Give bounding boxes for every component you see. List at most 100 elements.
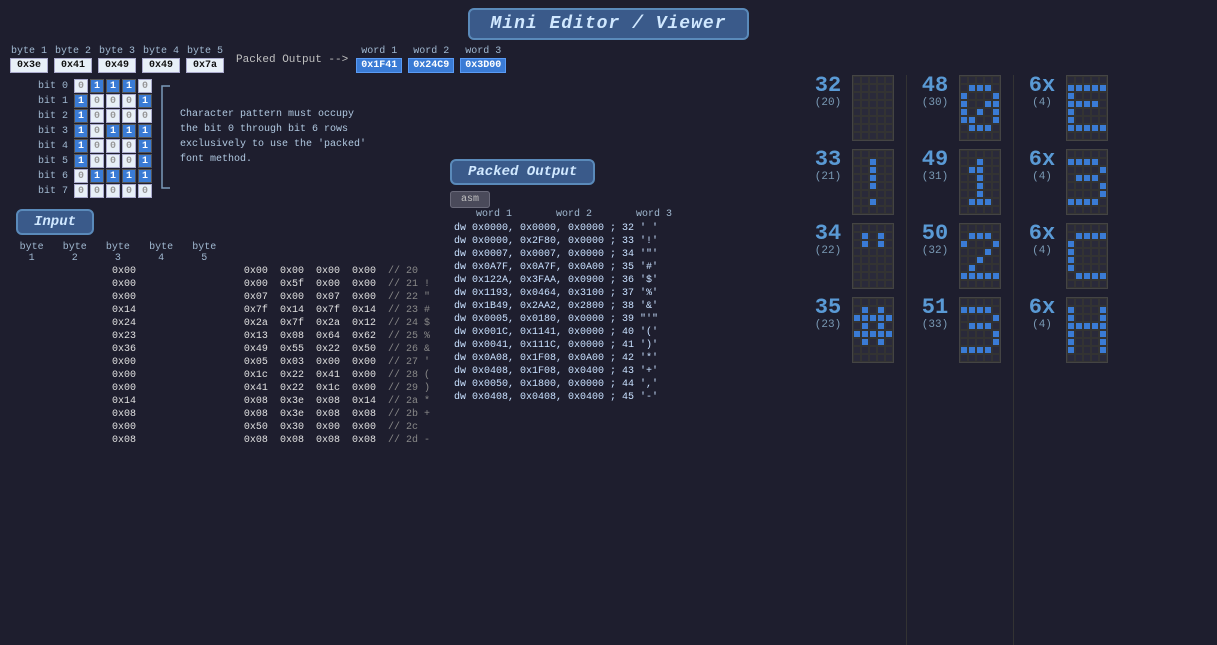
byte3-group: byte 3 0x49 [98, 46, 136, 73]
output-row-text: dw 0x1193, 0x0464, 0x3100 ; 37 '%' [450, 287, 662, 300]
glyph-pixel [976, 330, 984, 338]
glyph-pixel [960, 108, 968, 116]
glyph-pixel [885, 108, 893, 116]
input-cell: 0x24 [10, 317, 238, 330]
glyph-pixel [960, 264, 968, 272]
input-table-row: 0x000x000x5f0x000x00// 21 ! [10, 278, 436, 291]
glyph-pixel [1099, 346, 1107, 354]
output-table-row: dw 0x1193, 0x0464, 0x3100 ; 37 '%' [450, 287, 662, 300]
glyph-pixel [869, 314, 877, 322]
input-comment: // 2a * [382, 395, 436, 408]
input-cell: 0x08 [310, 434, 346, 447]
input-table-container[interactable]: byte 1byte 2byte 3byte 4byte 5 0x000x000… [10, 241, 436, 447]
glyph-pixel [976, 108, 984, 116]
bit-cell-r5c4: 1 [138, 154, 152, 168]
glyph-pixel [1083, 92, 1091, 100]
glyph-pixel [976, 76, 984, 84]
bit-cell-r1c3: 0 [122, 94, 136, 108]
glyph-num-sub: (4) [1032, 319, 1052, 331]
glyph-pixel [984, 132, 992, 140]
bit-row-4: bit 410001 [36, 139, 152, 153]
glyph-pixel [869, 166, 877, 174]
input-comment: // 2b + [382, 408, 436, 421]
bit-row-label-3: bit 3 [36, 126, 68, 137]
glyph-pixel [869, 76, 877, 84]
input-table-row: 0x000x410x220x1c0x00// 29 ) [10, 382, 436, 395]
glyph-pixel [869, 240, 877, 248]
glyph-grid [1066, 149, 1108, 215]
glyph-pixel [877, 248, 885, 256]
bit-cell-r2c3: 0 [122, 109, 136, 123]
input-table-row: 0x140x080x3e0x080x14// 2a * [10, 395, 436, 408]
output-col-word3: word 3 [614, 209, 694, 220]
glyph-pixel [1083, 132, 1091, 140]
byte2-group: byte 2 0x41 [54, 46, 92, 73]
glyph-pixel [968, 306, 976, 314]
output-row-text: dw 0x0408, 0x1F08, 0x0400 ; 43 '+' [450, 365, 662, 378]
glyph-pixel [968, 108, 976, 116]
glyph-grid [1066, 75, 1108, 141]
glyph-pixel [960, 76, 968, 84]
glyph-number: 50(32) [915, 223, 955, 289]
glyph-pixel [1083, 124, 1091, 132]
glyph-pixel [853, 84, 861, 92]
bit-cell-r0c3: 1 [122, 79, 136, 93]
glyph-pixel [877, 108, 885, 116]
glyph-pixel [1083, 198, 1091, 206]
top-byte-display: byte 1 0x3e byte 2 0x41 byte 3 0x49 byte… [0, 44, 1217, 75]
glyph-pixel [976, 132, 984, 140]
glyph-pixel [992, 248, 1000, 256]
glyph-pixel [869, 206, 877, 214]
glyph-pixel [877, 100, 885, 108]
glyph-pixel [1083, 174, 1091, 182]
byte2-label: byte 2 [55, 46, 91, 57]
main-row: bit 001110bit 110001bit 210000bit 310111… [0, 75, 1217, 645]
glyph-pixel [992, 166, 1000, 174]
glyph-pixel [861, 84, 869, 92]
glyph-num-main: 50 [922, 223, 948, 245]
glyph-pixel [968, 224, 976, 232]
glyph-pixel [992, 108, 1000, 116]
glyph-pixel [885, 322, 893, 330]
glyph-pixel [984, 166, 992, 174]
glyph-pixel [861, 314, 869, 322]
glyph-pixel [1083, 84, 1091, 92]
glyph-pixel [853, 76, 861, 84]
glyph-pixel [869, 150, 877, 158]
glyph-pixel [1075, 84, 1083, 92]
glyph-pixel [885, 166, 893, 174]
glyph-pixel [869, 84, 877, 92]
glyph-pixel [1067, 182, 1075, 190]
glyph-pixel [1067, 76, 1075, 84]
glyph-pixel [1075, 198, 1083, 206]
glyph-pixel [984, 76, 992, 84]
glyph-num-main: 35 [815, 297, 841, 319]
glyph-pixel [869, 354, 877, 362]
glyph-pixel [1075, 224, 1083, 232]
glyph-pixel [1075, 108, 1083, 116]
glyph-pixel [984, 346, 992, 354]
glyph-pixel [877, 150, 885, 158]
glyph-pixel [1067, 322, 1075, 330]
input-comment: // 21 ! [382, 278, 436, 291]
glyph-pixel [1091, 84, 1099, 92]
glyph-pixel [976, 298, 984, 306]
glyph-pixel [960, 232, 968, 240]
glyph-pixel [968, 354, 976, 362]
output-table-container[interactable]: dw 0x0000, 0x0000, 0x0000 ; 32 ' 'dw 0x0… [450, 222, 792, 404]
output-row-text: dw 0x001C, 0x1141, 0x0000 ; 40 '(' [450, 326, 662, 339]
glyph-pixel [869, 298, 877, 306]
glyph-pixel [869, 248, 877, 256]
input-table-row: 0x000x1c0x220x410x00// 28 ( [10, 369, 436, 382]
glyph-pixel [1099, 166, 1107, 174]
bit-cell-r5c1: 0 [90, 154, 104, 168]
glyph-pixel [960, 354, 968, 362]
bit-cell-r0c0: 0 [74, 79, 88, 93]
glyph-pixel [992, 124, 1000, 132]
asm-tab[interactable]: asm [450, 191, 490, 208]
glyph-pixel [1091, 198, 1099, 206]
output-table: dw 0x0000, 0x0000, 0x0000 ; 32 ' 'dw 0x0… [450, 222, 662, 404]
glyph-pixel [1075, 272, 1083, 280]
glyph-pixel [869, 182, 877, 190]
glyph-pixel [1099, 92, 1107, 100]
